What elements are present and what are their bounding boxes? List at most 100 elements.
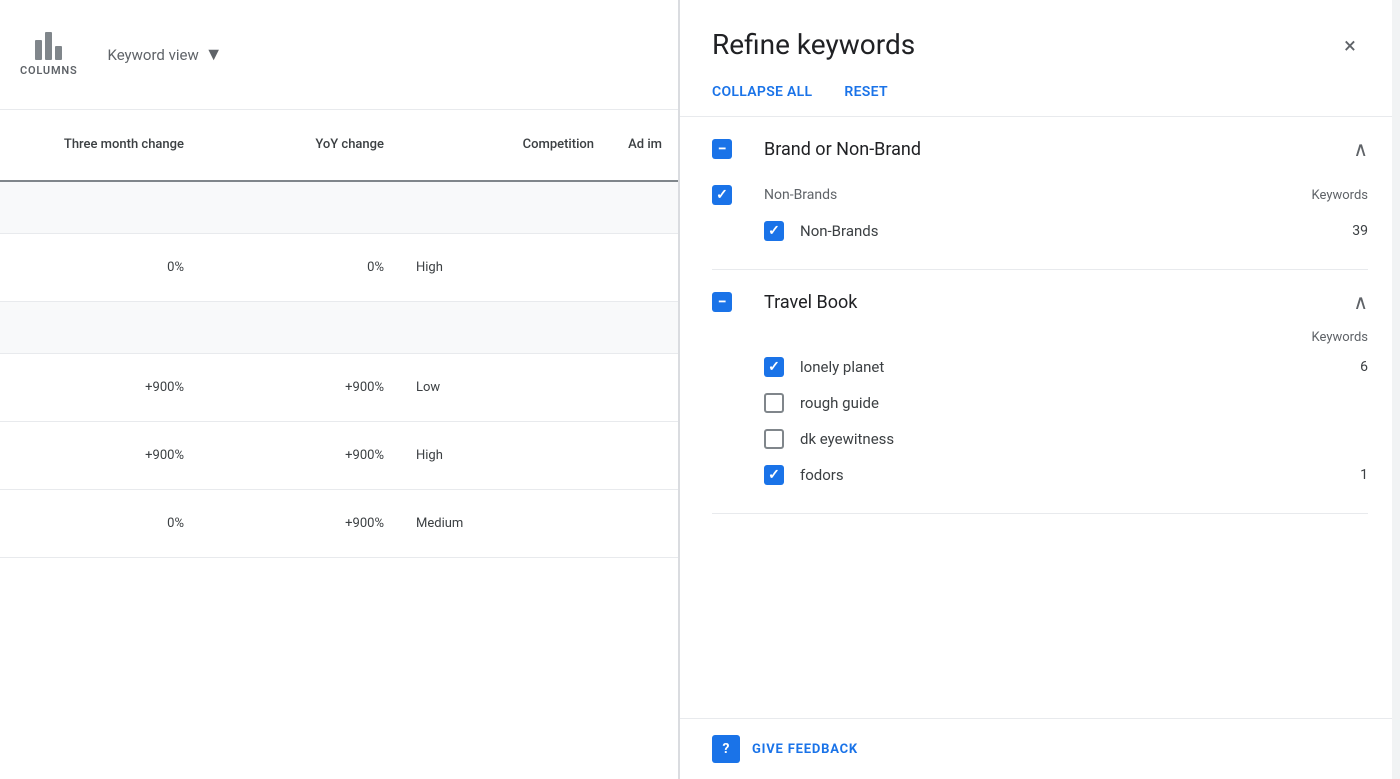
refine-content: − Brand or Non-Brand ∧ ✓ Non-Brands Keyw… [680,117,1400,718]
travel-book-col-headers: Keywords [712,330,1368,349]
toolbar: COLUMNS Keyword view ▼ [0,0,678,110]
table-row: +900% +900% High [0,422,678,490]
non-brands-group-label: Non-Brands [764,187,1312,203]
travel-book-section-checkbox[interactable]: − [712,292,732,312]
non-brands-group-row: ✓ Non-Brands Keywords [712,177,1368,213]
refine-actions: COLLAPSE ALL RESET [680,64,1400,117]
feedback-label: GIVE FEEDBACK [752,742,858,757]
table-row: 0% +900% Medium [0,490,678,558]
table-row: 0% 0% High [0,234,678,302]
travel-book-section-chevron-icon[interactable]: ∧ [1353,290,1368,314]
td [0,302,200,353]
checkmark-icon: ✓ [768,360,780,374]
columns-button[interactable]: COLUMNS [20,32,77,77]
td-ad-im [610,354,678,421]
lonely-planet-label: lonely planet [800,358,1360,376]
dk-eyewitness-row: dk eyewitness [712,421,1368,457]
td-competition: Low [400,354,610,421]
brand-section-chevron-icon[interactable]: ∧ [1353,137,1368,161]
table-body: 0% 0% High +900% +900% Low +900% [0,182,678,558]
fodors-label: fodors [800,466,1360,484]
brand-section-title: Brand or Non-Brand [764,139,1337,160]
section-header-brand: − Brand or Non-Brand ∧ [712,137,1368,161]
dk-eyewitness-checkbox[interactable] [764,429,784,449]
td-ad-im [610,490,678,557]
spacer [764,330,1312,345]
table-row [0,182,678,234]
feedback-icon: ? [712,735,740,763]
td-competition: High [400,234,610,301]
col-bar-1 [35,40,42,60]
feedback-icon-label: ? [723,741,730,757]
td [200,302,400,353]
td [610,182,678,233]
checkmark-icon: ✓ [768,468,780,482]
fodors-checkbox[interactable]: ✓ [764,465,784,485]
td-yoy-change: +900% [200,354,400,421]
keyword-view-label: Keyword view [107,46,198,64]
th-ad-im: Ad im [610,110,678,180]
table-row: +900% +900% Low [0,354,678,422]
scrollbar[interactable] [1392,0,1400,779]
td [0,182,200,233]
td [400,302,610,353]
td-competition: High [400,422,610,489]
lonely-planet-count: 6 [1360,359,1368,375]
td-ad-im [610,422,678,489]
close-button[interactable]: × [1332,28,1368,64]
th-three-month-change: Three month change [0,110,200,180]
travel-book-col-header: Keywords [1312,330,1368,345]
section-header-travel-book: − Travel Book ∧ [712,290,1368,314]
lonely-planet-row: ✓ lonely planet 6 [712,349,1368,385]
td-three-month-change: +900% [0,354,200,421]
fodors-count: 1 [1360,467,1368,483]
td-yoy-change: +900% [200,490,400,557]
feedback-footer[interactable]: ? GIVE FEEDBACK [680,718,1400,779]
rough-guide-label: rough guide [800,394,1368,412]
checkmark-icon: ✓ [768,224,780,238]
th-competition: Competition [400,110,610,180]
table-header: Three month change YoY change Competitio… [0,110,678,182]
td [200,182,400,233]
keyword-view-button[interactable]: Keyword view ▼ [107,44,222,65]
columns-icon [35,32,62,60]
lonely-planet-checkbox[interactable]: ✓ [764,357,784,377]
td-competition: Medium [400,490,610,557]
td [400,182,610,233]
non-brands-item-checkbox[interactable]: ✓ [764,221,784,241]
minus-icon: − [718,141,727,157]
reset-button[interactable]: RESET [844,84,887,100]
td-three-month-change: 0% [0,234,200,301]
table-container: Three month change YoY change Competitio… [0,110,678,779]
non-brands-item-row: ✓ Non-Brands 39 [712,213,1368,249]
minus-icon: − [718,294,727,310]
th-yoy-change: YoY change [200,110,400,180]
rough-guide-checkbox[interactable] [764,393,784,413]
close-icon: × [1344,34,1356,59]
filter-section-travel-book: − Travel Book ∧ Keywords ✓ lonely planet… [712,270,1368,514]
brand-section-checkbox[interactable]: − [712,139,732,159]
rough-guide-row: rough guide [712,385,1368,421]
td-yoy-change: +900% [200,422,400,489]
dk-eyewitness-label: dk eyewitness [800,430,1368,448]
td-three-month-change: +900% [0,422,200,489]
non-brands-item-count: 39 [1352,223,1368,239]
travel-book-section-title: Travel Book [764,292,1337,313]
td-yoy-change: 0% [200,234,400,301]
td [610,302,678,353]
non-brands-item-label: Non-Brands [800,222,1352,240]
collapse-all-button[interactable]: COLLAPSE ALL [712,84,812,100]
col-bar-2 [45,32,52,60]
left-panel: COLUMNS Keyword view ▼ Three month chang… [0,0,680,779]
non-brands-group-checkbox[interactable]: ✓ [712,185,732,205]
col-bar-3 [55,46,62,60]
checkmark-icon: ✓ [716,188,728,202]
filter-section-brand: − Brand or Non-Brand ∧ ✓ Non-Brands Keyw… [712,117,1368,270]
dropdown-arrow-icon: ▼ [205,44,223,65]
columns-label: COLUMNS [20,64,77,77]
table-row [0,302,678,354]
td-three-month-change: 0% [0,490,200,557]
fodors-row: ✓ fodors 1 [712,457,1368,493]
non-brands-group-col-header: Keywords [1312,188,1368,203]
refine-header: Refine keywords × [680,0,1400,64]
